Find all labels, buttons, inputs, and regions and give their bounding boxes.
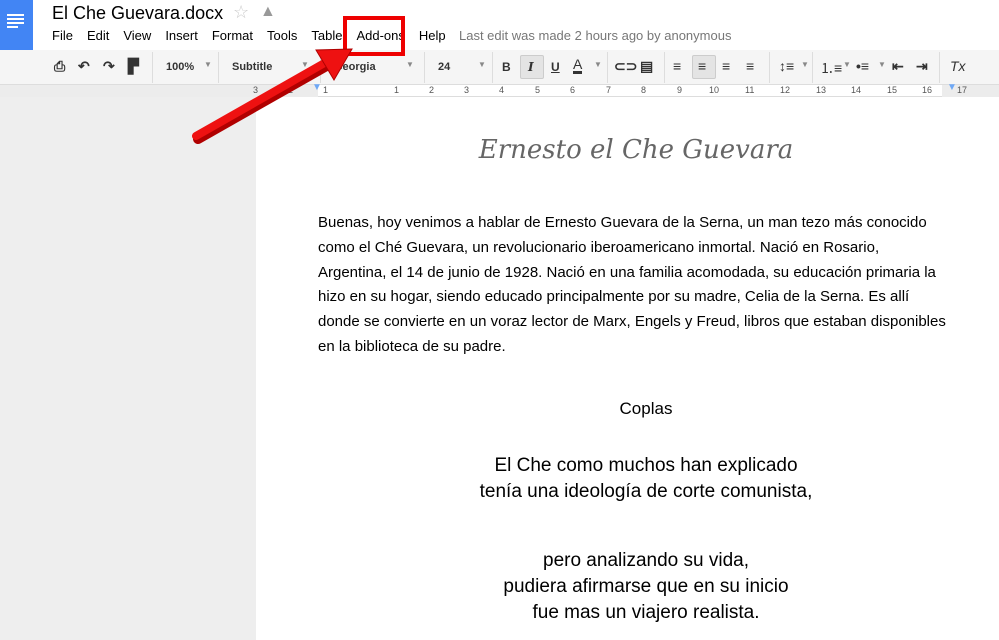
red-arrow-annotation <box>192 48 353 144</box>
